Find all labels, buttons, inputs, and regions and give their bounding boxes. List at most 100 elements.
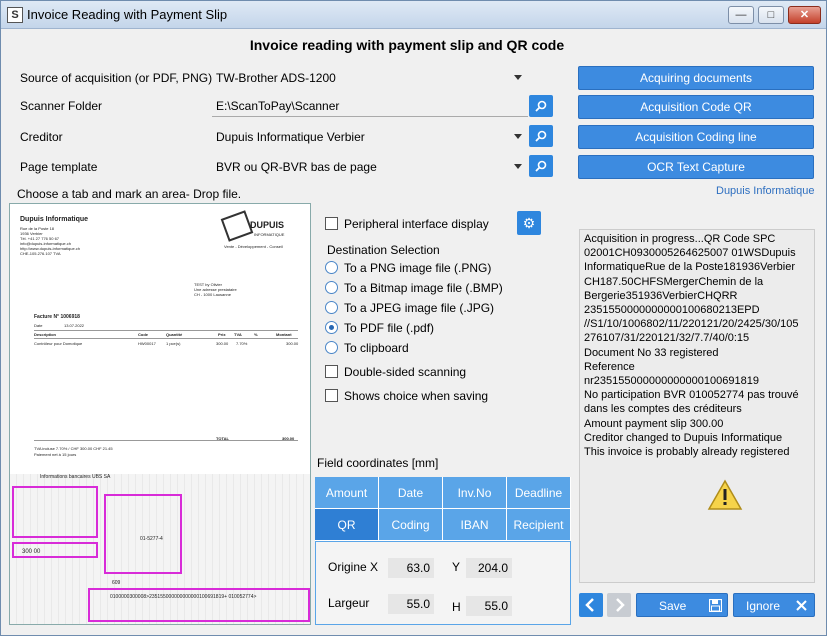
doc-rule <box>34 338 298 339</box>
maximize-button[interactable]: □ <box>758 6 784 24</box>
ocr-capture-button[interactable]: OCR Text Capture <box>578 155 814 179</box>
acquisition-qr-button[interactable]: Acquisition Code QR <box>578 95 814 119</box>
doc-rule <box>34 440 298 441</box>
acquisition-coding-button[interactable]: Acquisition Coding line <box>578 125 814 149</box>
double-sided-checkbox[interactable] <box>325 365 338 378</box>
log-line: Creditor changed to Dupuis Informatique <box>584 431 783 444</box>
chevron-right-icon <box>616 598 625 612</box>
source-select[interactable]: TW-Brother ADS-1200 <box>212 67 528 89</box>
destination-jpg-label: To a JPEG image file (.JPG) <box>344 301 495 315</box>
tab-recipient[interactable]: Recipient <box>507 509 571 541</box>
field-coordinates-title: Field coordinates [mm] <box>317 456 439 470</box>
save-button[interactable]: Save <box>636 593 728 617</box>
destination-jpg-radio[interactable] <box>325 301 338 314</box>
close-icon <box>796 600 807 611</box>
drop-hint: Choose a tab and mark an area- Drop file… <box>17 187 242 201</box>
folder-search-button[interactable] <box>529 95 553 117</box>
doc-col-code: Code <box>138 332 148 337</box>
coordinates-panel: Origine X 63.0 Y 204.0 Largeur 55.0 H 55… <box>315 541 571 625</box>
destination-bmp-radio[interactable] <box>325 281 338 294</box>
h-field[interactable]: 55.0 <box>466 596 512 616</box>
next-button[interactable] <box>607 593 631 617</box>
acquiring-documents-button[interactable]: Acquiring documents <box>578 66 814 90</box>
destination-pdf-radio[interactable] <box>325 321 338 334</box>
chevron-left-icon <box>585 598 594 612</box>
slip-number: 609 <box>112 580 121 586</box>
h-label: H <box>452 600 461 614</box>
title-bar[interactable]: S Invoice Reading with Payment Slip — □ … <box>1 1 826 29</box>
log-line: Document No 33 registered <box>584 346 719 359</box>
tab-amount[interactable]: Amount <box>315 477 379 509</box>
marked-area-debtor[interactable] <box>104 494 182 574</box>
gear-icon: ⚙ <box>522 215 536 231</box>
marked-area-coding-line[interactable] <box>88 588 310 622</box>
destination-clipboard-radio[interactable] <box>325 341 338 354</box>
close-button[interactable]: ✕ <box>788 6 821 24</box>
doc-col-pct: % <box>254 332 258 337</box>
slip-header: Informations bancaires UBS SA <box>40 474 111 480</box>
tab-inv-no[interactable]: Inv.No <box>443 477 507 509</box>
doc-col-montant: Montant <box>276 332 292 337</box>
destination-title: Destination Selection <box>327 243 440 257</box>
log-line: Amount payment slip 300.00 <box>584 417 724 430</box>
destination-png-label: To a PNG image file (.PNG) <box>344 261 492 275</box>
save-label: Save <box>659 599 687 613</box>
search-icon <box>535 160 547 172</box>
creditor-select[interactable]: Dupuis Informatique Verbier <box>212 126 528 148</box>
log-line: Acquisition in progress...QR Code SPC 02… <box>584 233 802 345</box>
tab-qr[interactable]: QR <box>315 509 379 541</box>
template-label: Page template <box>20 160 98 174</box>
template-search-button[interactable] <box>529 155 553 177</box>
field-tabs: Amount Date Inv.No Deadline QR Coding IB… <box>315 477 571 541</box>
destination-png-radio[interactable] <box>325 261 338 274</box>
marked-area-amount[interactable] <box>12 542 98 558</box>
creditor-search-button[interactable] <box>529 125 553 147</box>
folder-field[interactable]: E:\ScanToPay\Scanner <box>212 95 528 117</box>
document-preview[interactable]: Dupuis Informatique Rue de la Poste 18 1… <box>9 203 311 625</box>
destination-pdf-label: To PDF file (.pdf) <box>344 321 435 335</box>
width-field[interactable]: 55.0 <box>388 594 434 614</box>
tab-iban[interactable]: IBAN <box>443 509 507 541</box>
shows-choice-checkbox[interactable] <box>325 389 338 402</box>
creditor-value: Dupuis Informatique Verbier <box>216 130 365 144</box>
log-line: This invoice is probably already registe… <box>584 446 790 459</box>
tab-coding[interactable]: Coding <box>379 509 443 541</box>
creditor-link[interactable]: Dupuis Informatique <box>716 185 814 197</box>
doc-col-desc: Description <box>34 332 57 337</box>
ignore-button[interactable]: Ignore <box>733 593 815 617</box>
origin-x-label: Origine X <box>328 560 379 574</box>
peripheral-label: Peripheral interface display <box>344 217 489 231</box>
template-select[interactable]: BVR ou QR-BVR bas de page <box>212 156 528 178</box>
source-value: TW-Brother ADS-1200 <box>216 71 336 85</box>
template-value: BVR ou QR-BVR bas de page <box>216 160 377 174</box>
doc-col-prix: Prix <box>218 332 226 337</box>
y-field[interactable]: 204.0 <box>466 558 512 578</box>
chevron-down-icon <box>514 134 522 139</box>
creditor-label: Creditor <box>20 130 63 144</box>
warning-icon <box>707 479 743 510</box>
tab-date[interactable]: Date <box>379 477 443 509</box>
doc-payment-note: Paiement net à 15 jours <box>34 452 77 457</box>
search-icon <box>535 130 547 142</box>
minimize-button[interactable]: — <box>728 6 754 24</box>
tab-deadline[interactable]: Deadline <box>507 477 571 509</box>
doc-col-qty: Quantité <box>166 332 183 337</box>
doc-recipient3: CH - 1000 Lausanne <box>194 292 231 297</box>
origin-x-field[interactable]: 63.0 <box>388 558 434 578</box>
doc-col-tva: TVA <box>234 332 242 337</box>
main-window: S Invoice Reading with Payment Slip — □ … <box>0 0 827 636</box>
folder-label: Scanner Folder <box>20 99 103 113</box>
doc-line-montant: 300.00 <box>286 341 299 346</box>
previous-button[interactable] <box>579 593 603 617</box>
double-sided-label: Double-sided scanning <box>344 365 467 379</box>
marked-area-creditor[interactable] <box>12 486 98 538</box>
doc-rule <box>34 330 298 331</box>
floppy-disk-icon <box>709 599 722 612</box>
log-line: No participation BVR 010052774 pas trouv… <box>584 389 802 416</box>
chevron-down-icon <box>514 164 522 169</box>
doc-total-label: TOTAL <box>216 436 229 441</box>
settings-button[interactable]: ⚙ <box>517 211 541 235</box>
destination-clipboard-label: To clipboard <box>344 341 409 355</box>
peripheral-checkbox[interactable] <box>325 217 338 230</box>
doc-date-label: Date <box>34 323 43 328</box>
